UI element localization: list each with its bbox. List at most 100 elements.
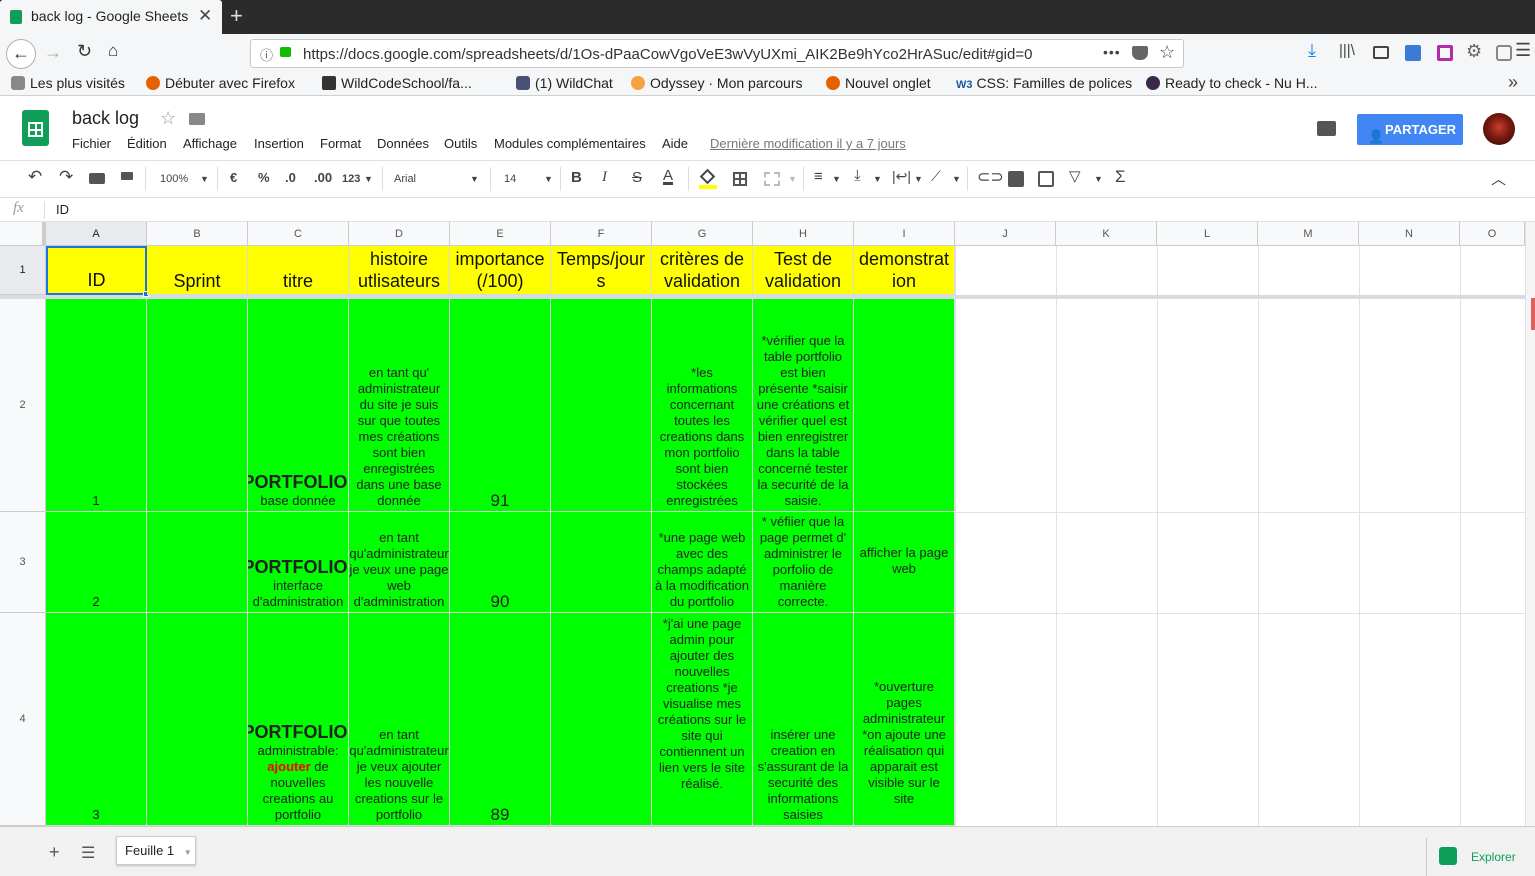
column-header-l[interactable]: L [1157, 222, 1258, 246]
cell-h4[interactable]: insérer une creation en s'assurant de la… [753, 613, 854, 826]
row-header-3[interactable]: 3 [0, 512, 46, 613]
italic-button[interactable]: I [602, 169, 607, 186]
cell-a4[interactable]: 3 [46, 613, 147, 826]
explore-button[interactable]: Explorer [1426, 838, 1535, 876]
menu-file[interactable]: Fichier [72, 136, 111, 151]
column-header-i[interactable]: I [854, 222, 955, 246]
chevron-down-icon[interactable]: ▼ [914, 174, 923, 184]
undo-icon[interactable]: ↶ [28, 167, 42, 187]
redo-icon[interactable]: ↷ [59, 167, 73, 187]
chevron-down-icon[interactable]: ▼ [364, 174, 373, 184]
menu-icon[interactable]: ☰ [1515, 40, 1531, 61]
column-header-g[interactable]: G [652, 222, 753, 246]
column-header-b[interactable]: B [147, 222, 248, 246]
link-icon[interactable]: ⊂⊃ [977, 167, 1004, 187]
cell-i4[interactable]: *ouverture pages administrateur *on ajou… [854, 613, 955, 826]
library-icon[interactable]: |||\ [1339, 42, 1355, 59]
cell-a2[interactable]: 1 [46, 299, 147, 512]
more-formats-button[interactable]: 123 [342, 173, 360, 185]
column-header-e[interactable]: E [450, 222, 551, 246]
url-bar[interactable]: ⓘ https://docs.google.com/spreadsheets/d… [250, 39, 1184, 68]
reload-icon[interactable]: ↻ [77, 41, 92, 62]
document-title[interactable]: back log [72, 108, 139, 129]
text-color-button[interactable]: A [663, 167, 673, 184]
cell-e1[interactable]: importance (/100) [450, 246, 551, 295]
pocket-icon[interactable] [1132, 46, 1148, 60]
row-header-2[interactable]: 2 [0, 299, 46, 512]
currency-format-button[interactable]: € [230, 170, 237, 185]
download-icon[interactable]: ⤓ [1308, 40, 1316, 61]
vertical-scrollbar[interactable] [1525, 222, 1535, 826]
fill-color-icon[interactable] [699, 185, 717, 189]
comments-icon[interactable] [1317, 121, 1336, 136]
cell-c1[interactable]: titre [248, 246, 349, 295]
menu-help[interactable]: Aide [662, 136, 688, 151]
menu-insert[interactable]: Insertion [254, 136, 304, 151]
cell-f1[interactable]: Temps/jours [551, 246, 652, 295]
row-header-4[interactable]: 4 [0, 613, 46, 826]
info-icon[interactable]: ⓘ [260, 45, 273, 64]
cell-e2[interactable]: 91 [450, 299, 551, 512]
cell-c2[interactable]: PORTFOLIO: base donnée [248, 299, 349, 512]
valign-icon[interactable]: ⤓ [854, 167, 861, 184]
menu-edit[interactable]: Édition [127, 136, 167, 151]
rotate-icon[interactable]: ⟋ [931, 168, 941, 185]
star-icon[interactable]: ☆ [160, 108, 176, 129]
chevron-down-icon[interactable]: ▼ [788, 174, 797, 184]
decrease-decimal-button[interactable]: .0 [285, 170, 296, 185]
cell-f4[interactable] [551, 613, 652, 826]
percent-format-button[interactable]: % [258, 170, 270, 185]
chevron-down-icon[interactable]: ▼ [470, 174, 479, 184]
menu-data[interactable]: Données [377, 136, 429, 151]
column-header-o[interactable]: O [1460, 222, 1525, 246]
cell-i1[interactable]: demonstration [854, 246, 955, 295]
menu-tools[interactable]: Outils [444, 136, 477, 151]
extension-icon[interactable] [1405, 45, 1421, 61]
zoom-select[interactable]: 100% [160, 173, 188, 185]
align-icon[interactable]: ≡ [814, 168, 823, 185]
cell-a1[interactable]: ID [46, 246, 147, 295]
avatar[interactable] [1483, 113, 1515, 145]
cell-c4[interactable]: PORTFOLIO: administrable: ajouter de nou… [248, 613, 349, 826]
comment-add-icon[interactable] [1008, 171, 1024, 187]
chevron-down-icon[interactable]: ▼ [544, 174, 553, 184]
increase-decimal-button[interactable]: .00 [314, 170, 332, 185]
add-sheet-icon[interactable]: + [49, 842, 60, 863]
cell-e4[interactable]: 89 [450, 613, 551, 826]
menu-view[interactable]: Affichage [183, 136, 237, 151]
column-header-d[interactable]: D [349, 222, 450, 246]
cell-b4[interactable] [147, 613, 248, 826]
cell-d2[interactable]: en tant qu' administrateur du site je su… [349, 299, 450, 512]
page-actions-icon[interactable]: ••• [1103, 44, 1121, 60]
menu-addons[interactable]: Modules complémentaires [494, 136, 646, 151]
row-header-1[interactable]: 1 [0, 246, 46, 295]
sheets-logo-icon[interactable] [22, 110, 49, 146]
cell-h3[interactable]: * véfiier que la page permet d' administ… [753, 512, 854, 613]
bookmark-item[interactable]: Nouvel onglet [826, 75, 931, 91]
sheet-tab[interactable]: Feuille 1 ▼ [116, 836, 196, 865]
sidebar-icon[interactable] [1373, 46, 1389, 59]
cell-g2[interactable]: *les informations concernant toutes les … [652, 299, 753, 512]
column-header-m[interactable]: M [1258, 222, 1359, 246]
chevron-down-icon[interactable]: ▼ [200, 174, 209, 184]
extension-icon[interactable] [1496, 45, 1512, 61]
cell-i2[interactable] [854, 299, 955, 512]
cell-d3[interactable]: en tant qu'administrateur je veux une pa… [349, 512, 450, 613]
column-header-j[interactable]: J [955, 222, 1056, 246]
font-select[interactable]: Arial [394, 173, 416, 185]
column-header-k[interactable]: K [1056, 222, 1157, 246]
bookmark-item[interactable]: Ready to check - Nu H... [1146, 75, 1318, 91]
bookmark-item[interactable]: WildCodeSchool/fa... [322, 75, 472, 91]
cell-d4[interactable]: en tant qu'administrateur je veux ajoute… [349, 613, 450, 826]
column-header-n[interactable]: N [1359, 222, 1460, 246]
bookmark-star-icon[interactable]: ☆ [1159, 42, 1175, 63]
empty-cells[interactable] [955, 299, 1525, 826]
functions-icon[interactable]: Σ [1115, 167, 1126, 187]
chart-icon[interactable] [1038, 171, 1054, 187]
cell-b1[interactable]: Sprint [147, 246, 248, 295]
merge-cells-icon[interactable] [764, 172, 780, 186]
browser-tab[interactable]: back log - Google Sheets ✕ [0, 0, 222, 34]
bold-button[interactable]: B [571, 169, 582, 186]
chevron-down-icon[interactable]: ▼ [184, 848, 192, 857]
select-all-corner[interactable] [0, 222, 46, 246]
